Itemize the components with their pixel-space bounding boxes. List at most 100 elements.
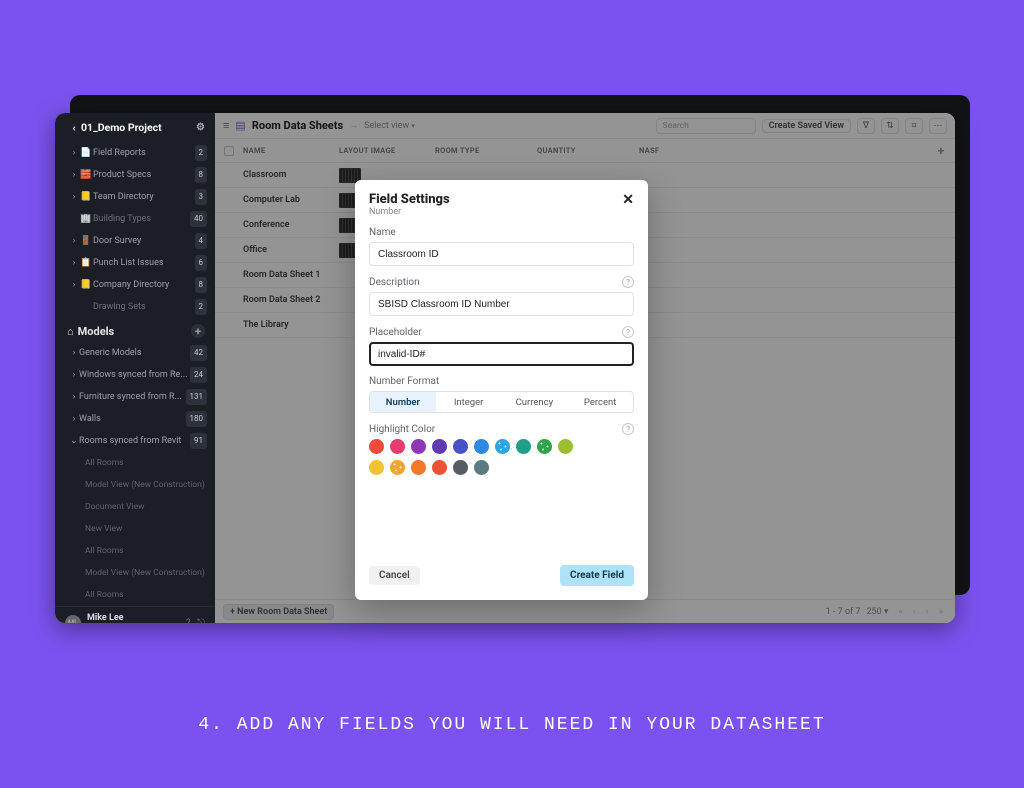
color-swatch[interactable] bbox=[369, 460, 384, 475]
menu-icon[interactable]: ≡ bbox=[223, 119, 229, 132]
format-option[interactable]: Integer bbox=[436, 392, 502, 412]
format-option[interactable]: Number bbox=[370, 392, 436, 412]
select-all-checkbox[interactable] bbox=[224, 146, 234, 156]
sidebar-item[interactable]: 🏢Building Types40 bbox=[55, 208, 215, 230]
color-swatch[interactable] bbox=[411, 439, 426, 454]
model-view-item[interactable]: Model View (New Construction) bbox=[55, 562, 215, 584]
count-badge: 3 bbox=[195, 189, 208, 205]
user-name: Mike Lee bbox=[87, 613, 124, 623]
sidebar-item[interactable]: ›📒Company Directory8 bbox=[55, 274, 215, 296]
add-model-button[interactable]: + bbox=[191, 324, 205, 338]
add-column-button[interactable]: + bbox=[927, 144, 955, 158]
model-view-item[interactable]: Model View (New Construction) bbox=[55, 474, 215, 496]
color-swatch[interactable] bbox=[495, 439, 510, 454]
gear-icon[interactable]: ⚙ bbox=[196, 122, 205, 133]
color-swatch[interactable] bbox=[558, 439, 573, 454]
sidebar-item[interactable]: ›🚪Door Survey4 bbox=[55, 230, 215, 252]
close-icon[interactable]: ✕ bbox=[622, 192, 634, 208]
page-next[interactable]: › bbox=[922, 607, 933, 617]
sidebar-item-label: Team Directory bbox=[93, 189, 195, 205]
model-label: Furniture synced from R... bbox=[79, 389, 186, 405]
model-view-item[interactable]: All Rooms bbox=[55, 452, 215, 474]
color-swatch[interactable] bbox=[474, 439, 489, 454]
field-description-input[interactable] bbox=[369, 292, 634, 316]
bottom-bar: + New Room Data Sheet 1 - 7 of 7 250 ▾ «… bbox=[215, 599, 955, 623]
page-prev[interactable]: ‹ bbox=[909, 607, 920, 617]
chevron-icon: ⌄ bbox=[69, 433, 79, 449]
model-item[interactable]: ⌄Rooms synced from Revit91 bbox=[55, 430, 215, 452]
page-first[interactable]: « bbox=[894, 607, 906, 617]
item-icon: 📒 bbox=[79, 277, 93, 293]
help-icon[interactable]: ? bbox=[622, 276, 634, 288]
new-row-button[interactable]: + New Room Data Sheet bbox=[223, 604, 334, 620]
color-swatch[interactable] bbox=[453, 439, 468, 454]
create-saved-view-button[interactable]: Create Saved View bbox=[762, 119, 851, 133]
cell-name: Classroom bbox=[243, 170, 339, 180]
back-chevron-icon: ‹ bbox=[69, 121, 79, 134]
cell-name: Office bbox=[243, 245, 339, 255]
sort-icon[interactable]: ⇅ bbox=[881, 118, 899, 134]
search-input[interactable]: Search bbox=[656, 118, 756, 134]
sidebar-item[interactable]: ›📋Punch List Issues6 bbox=[55, 252, 215, 274]
grid-icon[interactable]: ⌗ bbox=[905, 118, 923, 134]
instruction-caption: 4. ADD ANY FIELDS YOU WILL NEED IN YOUR … bbox=[0, 715, 1024, 735]
project-header[interactable]: ‹ 01_Demo Project ⚙ bbox=[55, 113, 215, 142]
col-name[interactable]: NAME bbox=[243, 146, 339, 155]
exit-icon[interactable]: ⎋ bbox=[197, 618, 205, 624]
model-item[interactable]: ›Generic Models42 bbox=[55, 342, 215, 364]
page-title: Room Data Sheets bbox=[252, 119, 343, 132]
field-name-input[interactable] bbox=[369, 242, 634, 266]
model-item[interactable]: ›Walls180 bbox=[55, 408, 215, 430]
model-view-item[interactable]: All Rooms bbox=[55, 540, 215, 562]
page-last[interactable]: » bbox=[935, 607, 947, 617]
model-view-item[interactable]: Document View bbox=[55, 496, 215, 518]
models-section-header[interactable]: ⌂ Models + bbox=[55, 318, 215, 342]
create-field-button[interactable]: Create Field bbox=[560, 565, 634, 586]
help-icon[interactable]: ? bbox=[622, 423, 634, 435]
sheets-icon: ▤ bbox=[235, 119, 245, 132]
format-option[interactable]: Currency bbox=[502, 392, 568, 412]
color-swatch[interactable] bbox=[432, 460, 447, 475]
sidebar-item[interactable]: ›📒Team Directory3 bbox=[55, 186, 215, 208]
cancel-button[interactable]: Cancel bbox=[369, 566, 420, 585]
chevron-right-icon: › bbox=[69, 167, 79, 183]
filter-icon[interactable]: ∇ bbox=[857, 118, 875, 134]
label-description: Description bbox=[369, 277, 420, 288]
item-icon: 📒 bbox=[79, 189, 93, 205]
model-view-item[interactable]: All Rooms bbox=[55, 584, 215, 606]
page-size-dropdown[interactable]: 250 ▾ bbox=[867, 607, 889, 617]
sidebar-item[interactable]: ›📄Field Reports2 bbox=[55, 142, 215, 164]
color-swatch[interactable] bbox=[411, 460, 426, 475]
select-view-dropdown[interactable]: Select view ▾ bbox=[364, 121, 415, 131]
col-room-type[interactable]: ROOM TYPE bbox=[435, 146, 537, 155]
help-icon[interactable]: ? bbox=[622, 326, 634, 338]
number-format-segmented[interactable]: NumberIntegerCurrencyPercent bbox=[369, 391, 634, 413]
col-nasf[interactable]: NASF bbox=[639, 146, 927, 155]
count-badge: 131 bbox=[186, 389, 208, 405]
model-item[interactable]: ›Windows synced from Re...24 bbox=[55, 364, 215, 386]
color-swatch[interactable] bbox=[516, 439, 531, 454]
model-view-item[interactable]: New View bbox=[55, 518, 215, 540]
color-swatch[interactable] bbox=[432, 439, 447, 454]
col-quantity[interactable]: QUANTITY bbox=[537, 146, 639, 155]
count-badge: 91 bbox=[190, 433, 207, 449]
sidebar-item-label: Company Directory bbox=[93, 277, 195, 293]
field-settings-dialog: Field Settings Number ✕ Name Description… bbox=[355, 180, 648, 600]
more-icon[interactable]: ⋯ bbox=[929, 118, 947, 134]
user-footer[interactable]: ML Mike Lee Layer ? ⎋ bbox=[55, 606, 215, 623]
field-placeholder-input[interactable] bbox=[369, 342, 634, 366]
color-swatch[interactable] bbox=[390, 439, 405, 454]
item-icon: 🚪 bbox=[79, 233, 93, 249]
model-label: Generic Models bbox=[79, 345, 190, 361]
help-icon[interactable]: ? bbox=[186, 618, 191, 624]
model-item[interactable]: ›Furniture synced from R...131 bbox=[55, 386, 215, 408]
format-option[interactable]: Percent bbox=[567, 392, 633, 412]
sidebar-item[interactable]: Drawing Sets2 bbox=[55, 296, 215, 318]
color-swatch[interactable] bbox=[369, 439, 384, 454]
color-swatch[interactable] bbox=[537, 439, 552, 454]
color-swatch[interactable] bbox=[453, 460, 468, 475]
col-layout-image[interactable]: LAYOUT IMAGE bbox=[339, 146, 435, 155]
color-swatch[interactable] bbox=[474, 460, 489, 475]
sidebar-item[interactable]: ›🧱Product Specs8 bbox=[55, 164, 215, 186]
color-swatch[interactable] bbox=[390, 460, 405, 475]
